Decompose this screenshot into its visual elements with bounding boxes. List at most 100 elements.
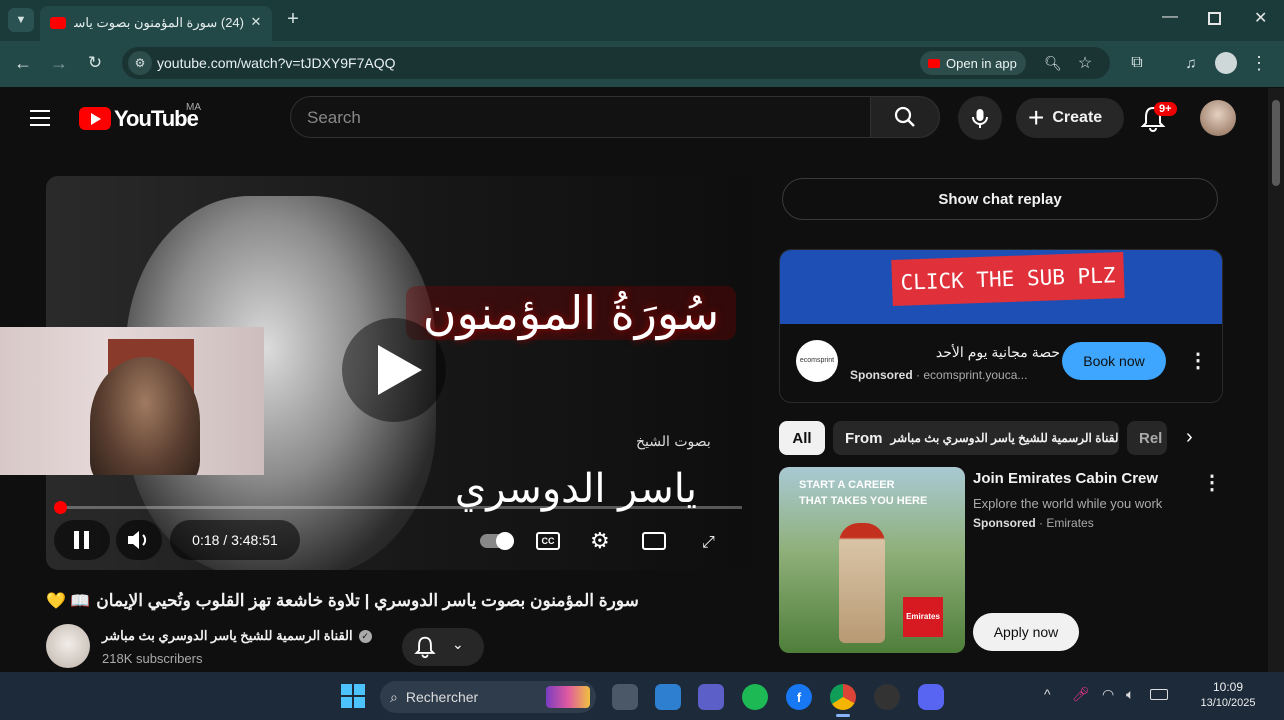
taskbar-time[interactable]: 10:09 bbox=[1200, 680, 1256, 694]
task-view-icon[interactable] bbox=[612, 684, 638, 710]
chip-all[interactable]: All bbox=[779, 421, 825, 455]
webcam-overlay bbox=[0, 327, 264, 475]
video-title: سورة المؤمنون بصوت ياسر الدوسري | تلاوة … bbox=[46, 588, 682, 614]
ad-card[interactable]: CLICK THE SUB PLZ ecomsprint حصة مجانية … bbox=[779, 249, 1223, 403]
widgets-icon[interactable] bbox=[655, 684, 681, 710]
search-button[interactable] bbox=[870, 96, 940, 138]
title-emojis: 📖 💛 bbox=[46, 593, 91, 610]
ad-more-icon[interactable]: ⋮ bbox=[1188, 348, 1208, 373]
url-text[interactable]: youtube.com/watch?v=tJDXY9F7AQQ bbox=[157, 55, 396, 71]
back-icon[interactable]: ← bbox=[12, 52, 34, 74]
discord-icon[interactable] bbox=[918, 684, 944, 710]
media-controls-icon[interactable]: ♫ bbox=[1180, 52, 1202, 74]
tab-close-icon[interactable]: ✕ bbox=[246, 12, 266, 32]
microphone-icon bbox=[972, 109, 988, 128]
restore-icon[interactable] bbox=[1208, 12, 1221, 25]
ad-image-headline-1: START A CAREER bbox=[799, 479, 895, 491]
sponsored-label: Sponsored bbox=[973, 516, 1036, 530]
webcam-person bbox=[90, 357, 200, 475]
big-play-button[interactable] bbox=[342, 318, 446, 422]
create-button[interactable]: + Create bbox=[1016, 98, 1124, 138]
profile-avatar-icon[interactable] bbox=[1215, 52, 1237, 74]
bookmark-star-icon[interactable]: ☆ bbox=[1074, 52, 1096, 74]
tray-microphone-icon[interactable]: 🎤︎ bbox=[1072, 686, 1090, 703]
video-reciter-small: بصوت الشيخ bbox=[636, 434, 711, 450]
chip-from-label: From bbox=[845, 429, 883, 447]
ad-image-headline-2: THAT TAKES YOU HERE bbox=[799, 495, 928, 507]
chip-channel-label: القناة الرسمية للشيخ ياسر الدوسري بث مبا… bbox=[890, 431, 1120, 445]
sponsored-label: Sponsored bbox=[850, 368, 913, 382]
wifi-icon[interactable]: ◠ bbox=[1102, 686, 1114, 703]
chrome-icon[interactable] bbox=[830, 684, 856, 710]
ad2-description: Explore the world while you work bbox=[973, 496, 1163, 511]
subscribed-notifications-button[interactable]: ⌄ bbox=[402, 628, 484, 666]
address-bar[interactable]: ⚙ youtube.com/watch?v=tJDXY9F7AQQ Open i… bbox=[122, 47, 1110, 79]
ad2-more-icon[interactable]: ⋮ bbox=[1202, 470, 1222, 495]
new-tab-button[interactable]: + bbox=[282, 8, 304, 30]
reload-icon[interactable]: ↻ bbox=[84, 52, 106, 74]
chips-next-chevron-icon[interactable]: › bbox=[1186, 426, 1193, 449]
notifications-button[interactable]: 9+ bbox=[1138, 102, 1177, 136]
channel-name[interactable]: القناة الرسمية للشيخ ياسر الدوسري بث مبا… bbox=[102, 628, 402, 644]
chrome-active-indicator bbox=[836, 714, 850, 717]
video-title-art: سُورَةُ المؤمنون bbox=[406, 286, 736, 340]
youtube-logo[interactable]: YouTube MA bbox=[79, 102, 201, 134]
account-avatar[interactable] bbox=[1200, 100, 1236, 136]
ad-image-person bbox=[839, 523, 885, 643]
progress-scrubber[interactable] bbox=[54, 501, 67, 514]
speaker-icon[interactable]: 🔈︎ bbox=[1126, 686, 1134, 703]
captions-icon[interactable]: CC bbox=[536, 532, 560, 550]
book-now-label: Book now bbox=[1083, 353, 1145, 369]
plus-icon: + bbox=[1028, 102, 1045, 133]
apply-now-button[interactable]: Apply now bbox=[973, 613, 1079, 651]
spotify-icon[interactable] bbox=[742, 684, 768, 710]
taskbar-search[interactable]: ⌕ Rechercher bbox=[380, 681, 596, 713]
site-info-icon[interactable]: ⚙ bbox=[128, 51, 152, 75]
miniplayer-icon[interactable] bbox=[642, 532, 666, 550]
ad2-sponsored-line: Sponsored · Emirates bbox=[973, 516, 1094, 530]
search-icon bbox=[894, 106, 915, 127]
obs-icon[interactable] bbox=[874, 684, 900, 710]
ad2-title[interactable]: Join Emirates Cabin Crew bbox=[973, 470, 1158, 487]
search-input[interactable]: Search bbox=[307, 108, 361, 128]
channel-name-text: القناة الرسمية للشيخ ياسر الدوسري بث مبا… bbox=[102, 628, 353, 643]
notification-count-badge: 9+ bbox=[1154, 102, 1177, 116]
tray-overflow-chevron-icon[interactable]: ^ bbox=[1044, 686, 1051, 702]
ad2-advertiser: Emirates bbox=[1046, 516, 1094, 530]
pause-button[interactable] bbox=[54, 520, 110, 560]
channel-avatar[interactable] bbox=[46, 624, 90, 668]
battery-icon[interactable] bbox=[1150, 689, 1168, 700]
bell-icon bbox=[414, 636, 436, 659]
search-box[interactable]: Search bbox=[290, 96, 870, 138]
chip-related[interactable]: Rel bbox=[1127, 421, 1167, 455]
extensions-icon[interactable]: ⧉ bbox=[1126, 52, 1148, 74]
autoplay-toggle[interactable] bbox=[480, 532, 514, 550]
teams-icon[interactable] bbox=[698, 684, 724, 710]
create-label: Create bbox=[1052, 109, 1103, 126]
volume-button[interactable] bbox=[116, 520, 162, 560]
video-progress-bar[interactable] bbox=[54, 501, 742, 514]
taskbar-search-label: Rechercher bbox=[405, 689, 479, 705]
minimize-icon[interactable]: — bbox=[1162, 8, 1178, 26]
fullscreen-icon[interactable]: ⤢ bbox=[702, 534, 715, 552]
facebook-icon[interactable]: f bbox=[786, 684, 812, 710]
browser-menu-icon[interactable]: ⋮ bbox=[1250, 52, 1268, 74]
browser-tab[interactable]: (24) سورة المؤمنون بصوت ياسر ✕ bbox=[40, 6, 272, 41]
open-in-app-button[interactable]: Open in app bbox=[920, 51, 1026, 75]
open-in-app-label: Open in app bbox=[946, 55, 1017, 71]
book-now-button[interactable]: Book now bbox=[1062, 342, 1166, 380]
emirates-ad-image[interactable]: START A CAREER THAT TAKES YOU HERE Emira… bbox=[779, 467, 965, 653]
forward-icon[interactable]: → bbox=[48, 52, 70, 74]
zoom-icon[interactable]: 🔍︎ bbox=[1042, 52, 1064, 74]
window-close-icon[interactable]: ✕ bbox=[1254, 8, 1267, 28]
scrollbar-thumb[interactable] bbox=[1272, 100, 1280, 186]
taskbar-date[interactable]: 13/10/2025 bbox=[1186, 697, 1270, 709]
windows-start-icon[interactable] bbox=[341, 684, 365, 708]
chip-from-channel[interactable]: From القناة الرسمية للشيخ ياسر الدوسري ب… bbox=[833, 421, 1119, 455]
settings-gear-icon[interactable]: ⚙ bbox=[590, 528, 610, 554]
tab-search-button[interactable]: ▼ bbox=[8, 8, 34, 32]
hamburger-menu-icon[interactable] bbox=[30, 108, 50, 126]
show-chat-replay-label: Show chat replay bbox=[938, 190, 1062, 208]
show-chat-replay-button[interactable]: Show chat replay bbox=[782, 178, 1218, 220]
voice-search-button[interactable] bbox=[958, 96, 1002, 140]
